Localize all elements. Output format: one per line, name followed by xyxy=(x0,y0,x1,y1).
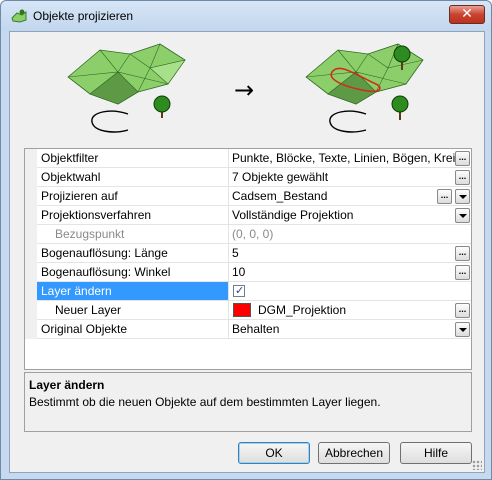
property-value[interactable]: Behalten xyxy=(230,320,471,338)
property-value[interactable]: 7 Objekte gewählt xyxy=(230,168,471,186)
property-value: (0, 0, 0) xyxy=(232,227,274,241)
property-row-neuer-layer[interactable]: Neuer Layer DGM_Projektion ... xyxy=(25,301,471,320)
row-gutter xyxy=(25,187,37,206)
property-value[interactable]: 10 xyxy=(230,263,471,281)
property-label: Objektwahl xyxy=(37,168,229,186)
property-value[interactable]: Punkte, Blöcke, Texte, Linien, Bögen, Kr… xyxy=(230,149,471,167)
row-gutter xyxy=(25,206,37,225)
row-gutter xyxy=(25,263,37,282)
property-value: ✓ xyxy=(230,282,471,300)
property-label: Bogenauflösung: Länge xyxy=(37,244,229,262)
layer-name: DGM_Projektion xyxy=(258,303,347,317)
row-gutter xyxy=(25,320,37,339)
property-value[interactable]: DGM_Projektion xyxy=(230,301,471,319)
property-label: Bezugspunkt xyxy=(37,225,229,243)
description-text: Bestimmt ob die neuen Objekte auf dem be… xyxy=(29,395,381,409)
property-row-objektfilter[interactable]: Objektfilter Punkte, Blöcke, Texte, Lini… xyxy=(25,149,471,168)
row-gutter xyxy=(25,301,37,320)
property-row-projizieren-auf[interactable]: Projizieren auf Cadsem_Bestand ... xyxy=(25,187,471,206)
property-row-bogenaufloesung-laenge[interactable]: Bogenauflösung: Länge 5 ... xyxy=(25,244,471,263)
property-grid: Objektfilter Punkte, Blöcke, Texte, Lini… xyxy=(24,148,472,370)
layer-color-swatch xyxy=(233,303,251,317)
original-objekte-dropdown-button[interactable] xyxy=(455,322,470,337)
row-gutter xyxy=(25,282,37,301)
property-row-bogenaufloesung-winkel[interactable]: Bogenauflösung: Winkel 10 ... xyxy=(25,263,471,282)
property-label: Bogenauflösung: Winkel xyxy=(37,263,229,281)
property-label: Projektionsverfahren xyxy=(37,206,229,224)
bogenaufloesung-winkel-browse-button[interactable]: ... xyxy=(455,265,470,280)
help-button[interactable]: Hilfe xyxy=(400,442,472,464)
description-panel: Layer ändern Bestimmt ob die neuen Objek… xyxy=(24,372,472,432)
resize-grip-icon[interactable] xyxy=(472,460,482,470)
projizieren-auf-dropdown-button[interactable] xyxy=(455,189,470,204)
row-gutter xyxy=(25,149,37,168)
row-gutter xyxy=(25,168,37,187)
projection-app-icon xyxy=(11,9,27,23)
projektionsverfahren-dropdown-button[interactable] xyxy=(455,208,470,223)
property-row-bezugspunkt: Bezugspunkt (0, 0, 0) xyxy=(25,225,471,244)
property-row-original-objekte[interactable]: Original Objekte Behalten xyxy=(25,320,471,339)
property-value[interactable]: 5 xyxy=(230,244,471,262)
property-value[interactable]: Vollständige Projektion xyxy=(230,206,471,224)
close-icon: ✕ xyxy=(461,6,473,22)
row-gutter xyxy=(25,244,37,263)
projizieren-auf-browse-button[interactable]: ... xyxy=(437,189,452,204)
layer-aendern-checkbox[interactable]: ✓ xyxy=(233,284,245,297)
objektwahl-browse-button[interactable]: ... xyxy=(455,170,470,185)
projection-arrow: → xyxy=(234,76,254,104)
property-value[interactable]: Cadsem_Bestand xyxy=(230,187,471,205)
ok-button[interactable]: OK xyxy=(238,442,310,464)
property-label: Objektfilter xyxy=(37,149,229,167)
window-title: Objekte projizieren xyxy=(33,9,134,23)
property-label: Layer ändern xyxy=(37,282,229,300)
objektfilter-browse-button[interactable]: ... xyxy=(455,151,470,166)
property-row-projektionsverfahren[interactable]: Projektionsverfahren Vollständige Projek… xyxy=(25,206,471,225)
dialog-body: → Objektfilter Punkte, Blöcke, Texte, Li… xyxy=(9,31,485,473)
title-bar[interactable]: Objekte projizieren ✕ xyxy=(1,1,491,31)
terrain-before-icon xyxy=(67,43,186,133)
neuer-layer-browse-button[interactable]: ... xyxy=(455,303,470,318)
property-label: Projizieren auf xyxy=(37,187,229,205)
property-row-objektwahl[interactable]: Objektwahl 7 Objekte gewählt ... xyxy=(25,168,471,187)
property-row-layer-aendern[interactable]: Layer ändern ✓ xyxy=(25,282,471,301)
row-gutter xyxy=(25,225,37,244)
bogenaufloesung-laenge-browse-button[interactable]: ... xyxy=(455,246,470,261)
checkmark-icon: ✓ xyxy=(235,284,245,297)
terrain-projected-icon xyxy=(305,43,424,133)
close-button[interactable]: ✕ xyxy=(449,5,485,24)
projection-illustration: → xyxy=(67,43,424,133)
dialog-window: Objekte projizieren ✕ → Objektfilter Pun… xyxy=(0,0,492,480)
property-label: Original Objekte xyxy=(37,320,229,338)
cancel-button[interactable]: Abbrechen xyxy=(318,442,390,464)
description-title: Layer ändern xyxy=(29,378,105,392)
property-label: Neuer Layer xyxy=(37,301,229,319)
